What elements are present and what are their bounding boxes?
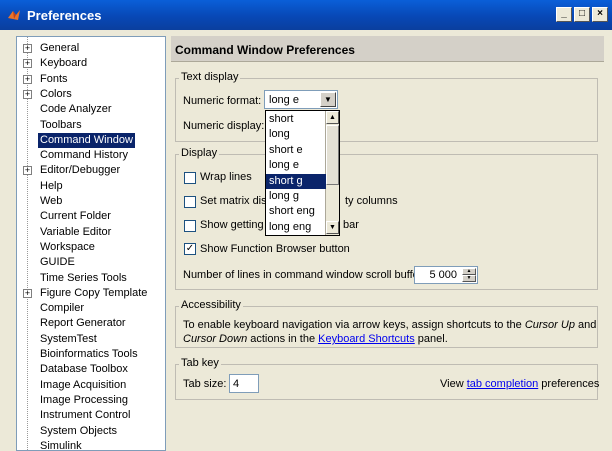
tree-item-label: Command Window bbox=[38, 132, 135, 148]
tab-size-label: Tab size: bbox=[183, 378, 227, 390]
tree-item-label: Colors bbox=[40, 87, 72, 100]
tree-item-label: GUIDE bbox=[40, 256, 75, 269]
dropdown-option[interactable]: short g bbox=[266, 173, 326, 189]
accessibility-line-1: To enable keyboard navigation via arrow … bbox=[183, 319, 596, 331]
tree-item-label: Instrument Control bbox=[40, 409, 131, 422]
scroll-buffer-spinner[interactable]: 5 000 ▲ ▼ bbox=[414, 266, 478, 284]
tab-completion-link[interactable]: tab completion bbox=[467, 378, 539, 390]
accessibility-text-3: actions in the bbox=[247, 333, 319, 345]
dropdown-option[interactable]: long eng bbox=[266, 220, 326, 235]
tree-item-label: Current Folder bbox=[40, 210, 111, 223]
accessibility-text-2: and bbox=[574, 319, 597, 331]
set-matrix-checkbox[interactable] bbox=[184, 196, 196, 208]
spinner-down-icon[interactable]: ▼ bbox=[462, 275, 476, 282]
scroll-up-icon[interactable]: ▲ bbox=[326, 111, 339, 124]
tree-item-label: General bbox=[40, 42, 80, 54]
tab-size-input[interactable]: 4 bbox=[229, 374, 259, 393]
spinner-up-icon[interactable]: ▲ bbox=[462, 268, 476, 275]
show-getting-started-checkbox[interactable] bbox=[184, 220, 196, 232]
numeric-format-label: Numeric format: bbox=[183, 95, 262, 107]
tree-item-label: Command History bbox=[40, 149, 129, 162]
view-text: View bbox=[440, 378, 467, 390]
wrap-lines-checkbox[interactable] bbox=[184, 172, 196, 184]
text-display-title: Text display bbox=[179, 71, 241, 83]
preferences-tree[interactable]: + General + Keyboard + Fonts + Colors Code Analy… bbox=[16, 36, 166, 451]
expand-plus-icon[interactable]: + bbox=[23, 89, 32, 99]
expand-plus-icon[interactable]: + bbox=[23, 166, 32, 176]
matlab-logo-icon bbox=[8, 10, 20, 20]
tab-completion-line: View tab completion preferences bbox=[440, 378, 599, 390]
dropdown-scrollbar[interactable]: ▲ ▼ bbox=[325, 111, 339, 235]
set-matrix-label-tail: ty columns bbox=[345, 195, 398, 207]
tree-item-label: Figure Copy Template bbox=[40, 286, 148, 299]
expand-plus-icon[interactable]: + bbox=[23, 59, 32, 69]
show-function-browser-label: Show Function Browser button bbox=[200, 243, 350, 255]
numeric-format-select[interactable]: long e ▼ bbox=[264, 90, 338, 109]
tree-item-label: Variable Editor bbox=[40, 225, 112, 238]
dropdown-option[interactable]: short eng bbox=[266, 204, 326, 219]
tree-item-label: Image Processing bbox=[40, 393, 129, 406]
accessibility-text-4: panel. bbox=[414, 333, 448, 345]
tree-item-label: System Objects bbox=[40, 424, 118, 437]
cursor-up-text: Cursor Up bbox=[524, 319, 575, 331]
dropdown-option[interactable]: long bbox=[266, 127, 326, 142]
tree-item-label: Keyboard bbox=[40, 57, 88, 70]
expand-plus-icon[interactable]: + bbox=[23, 74, 32, 84]
check-icon: ✓ bbox=[185, 243, 195, 254]
wrap-lines-label: Wrap lines bbox=[200, 171, 252, 183]
accessibility-text-1: To enable keyboard navigation via arrow … bbox=[183, 319, 525, 331]
tree-item-label: Report Generator bbox=[40, 317, 126, 330]
dropdown-option[interactable]: short e bbox=[266, 143, 326, 158]
dropdown-option[interactable]: short bbox=[266, 112, 326, 127]
tree-item-label: Code Analyzer bbox=[40, 103, 112, 116]
cursor-down-text: Cursor Down bbox=[183, 333, 248, 345]
scroll-buffer-label: Number of lines in command window scroll… bbox=[183, 269, 426, 281]
tree-item-label: Workspace bbox=[40, 240, 95, 253]
tree-item-label: SystemTest bbox=[40, 332, 97, 345]
window-title: Preferences bbox=[27, 8, 102, 23]
tree-item-label: Time Series Tools bbox=[40, 271, 127, 284]
set-matrix-label: Set matrix disp bbox=[200, 195, 273, 207]
tree-item-label: Bioinformatics Tools bbox=[40, 348, 138, 360]
expand-plus-icon[interactable]: + bbox=[23, 288, 32, 298]
show-getting-label-tail: bar bbox=[343, 219, 359, 231]
tree-item-label: Image Acquisition bbox=[40, 378, 127, 391]
expand-plus-icon[interactable]: + bbox=[23, 44, 32, 53]
tree-item-label: Database Toolbox bbox=[40, 363, 128, 376]
scroll-thumb[interactable] bbox=[326, 125, 339, 185]
accessibility-title: Accessibility bbox=[179, 299, 243, 311]
panel-header: Command Window Preferences bbox=[171, 36, 604, 62]
keyboard-shortcuts-link[interactable]: Keyboard Shortcuts bbox=[318, 333, 415, 345]
numeric-format-dropdown[interactable]: ▲ ▼ short long short e long e short g long gs… bbox=[265, 110, 340, 236]
display-title: Display bbox=[179, 147, 220, 159]
title-bar: Preferences _ □ × bbox=[0, 0, 612, 30]
tree-item-label: Fonts bbox=[40, 72, 68, 85]
scroll-buffer-value: 5 000 bbox=[429, 269, 457, 281]
tab-size-value: 4 bbox=[233, 378, 240, 390]
dropdown-option[interactable]: long e bbox=[266, 158, 326, 173]
accessibility-line-2: Cursor Down actions in the Keyboard Shor… bbox=[183, 333, 448, 345]
tree-item-label: Help bbox=[40, 179, 63, 192]
text-display-group: Text display bbox=[175, 71, 598, 142]
scroll-down-icon[interactable]: ▼ bbox=[326, 221, 339, 234]
numeric-format-value: long e bbox=[269, 94, 299, 106]
tree-item-label: Compiler bbox=[40, 302, 85, 315]
show-function-browser-checkbox[interactable]: ✓ bbox=[184, 243, 196, 255]
show-getting-label: Show getting bbox=[200, 219, 264, 231]
tree-item-label: Web bbox=[40, 195, 63, 207]
maximize-button[interactable]: □ bbox=[574, 7, 590, 22]
minimize-button[interactable]: _ bbox=[556, 7, 572, 22]
tree-guide-line bbox=[27, 37, 28, 450]
chevron-down-icon[interactable]: ▼ bbox=[320, 92, 336, 107]
numeric-display-label: Numeric display: bbox=[183, 120, 265, 132]
preferences-text: preferences bbox=[538, 378, 600, 390]
tree-item-label: Toolbars bbox=[40, 118, 82, 131]
close-button[interactable]: × bbox=[592, 7, 608, 22]
tree-item-label: Editor/Debugger bbox=[40, 164, 121, 177]
tab-key-title: Tab key bbox=[179, 357, 221, 369]
dropdown-option[interactable]: long g bbox=[266, 189, 326, 204]
